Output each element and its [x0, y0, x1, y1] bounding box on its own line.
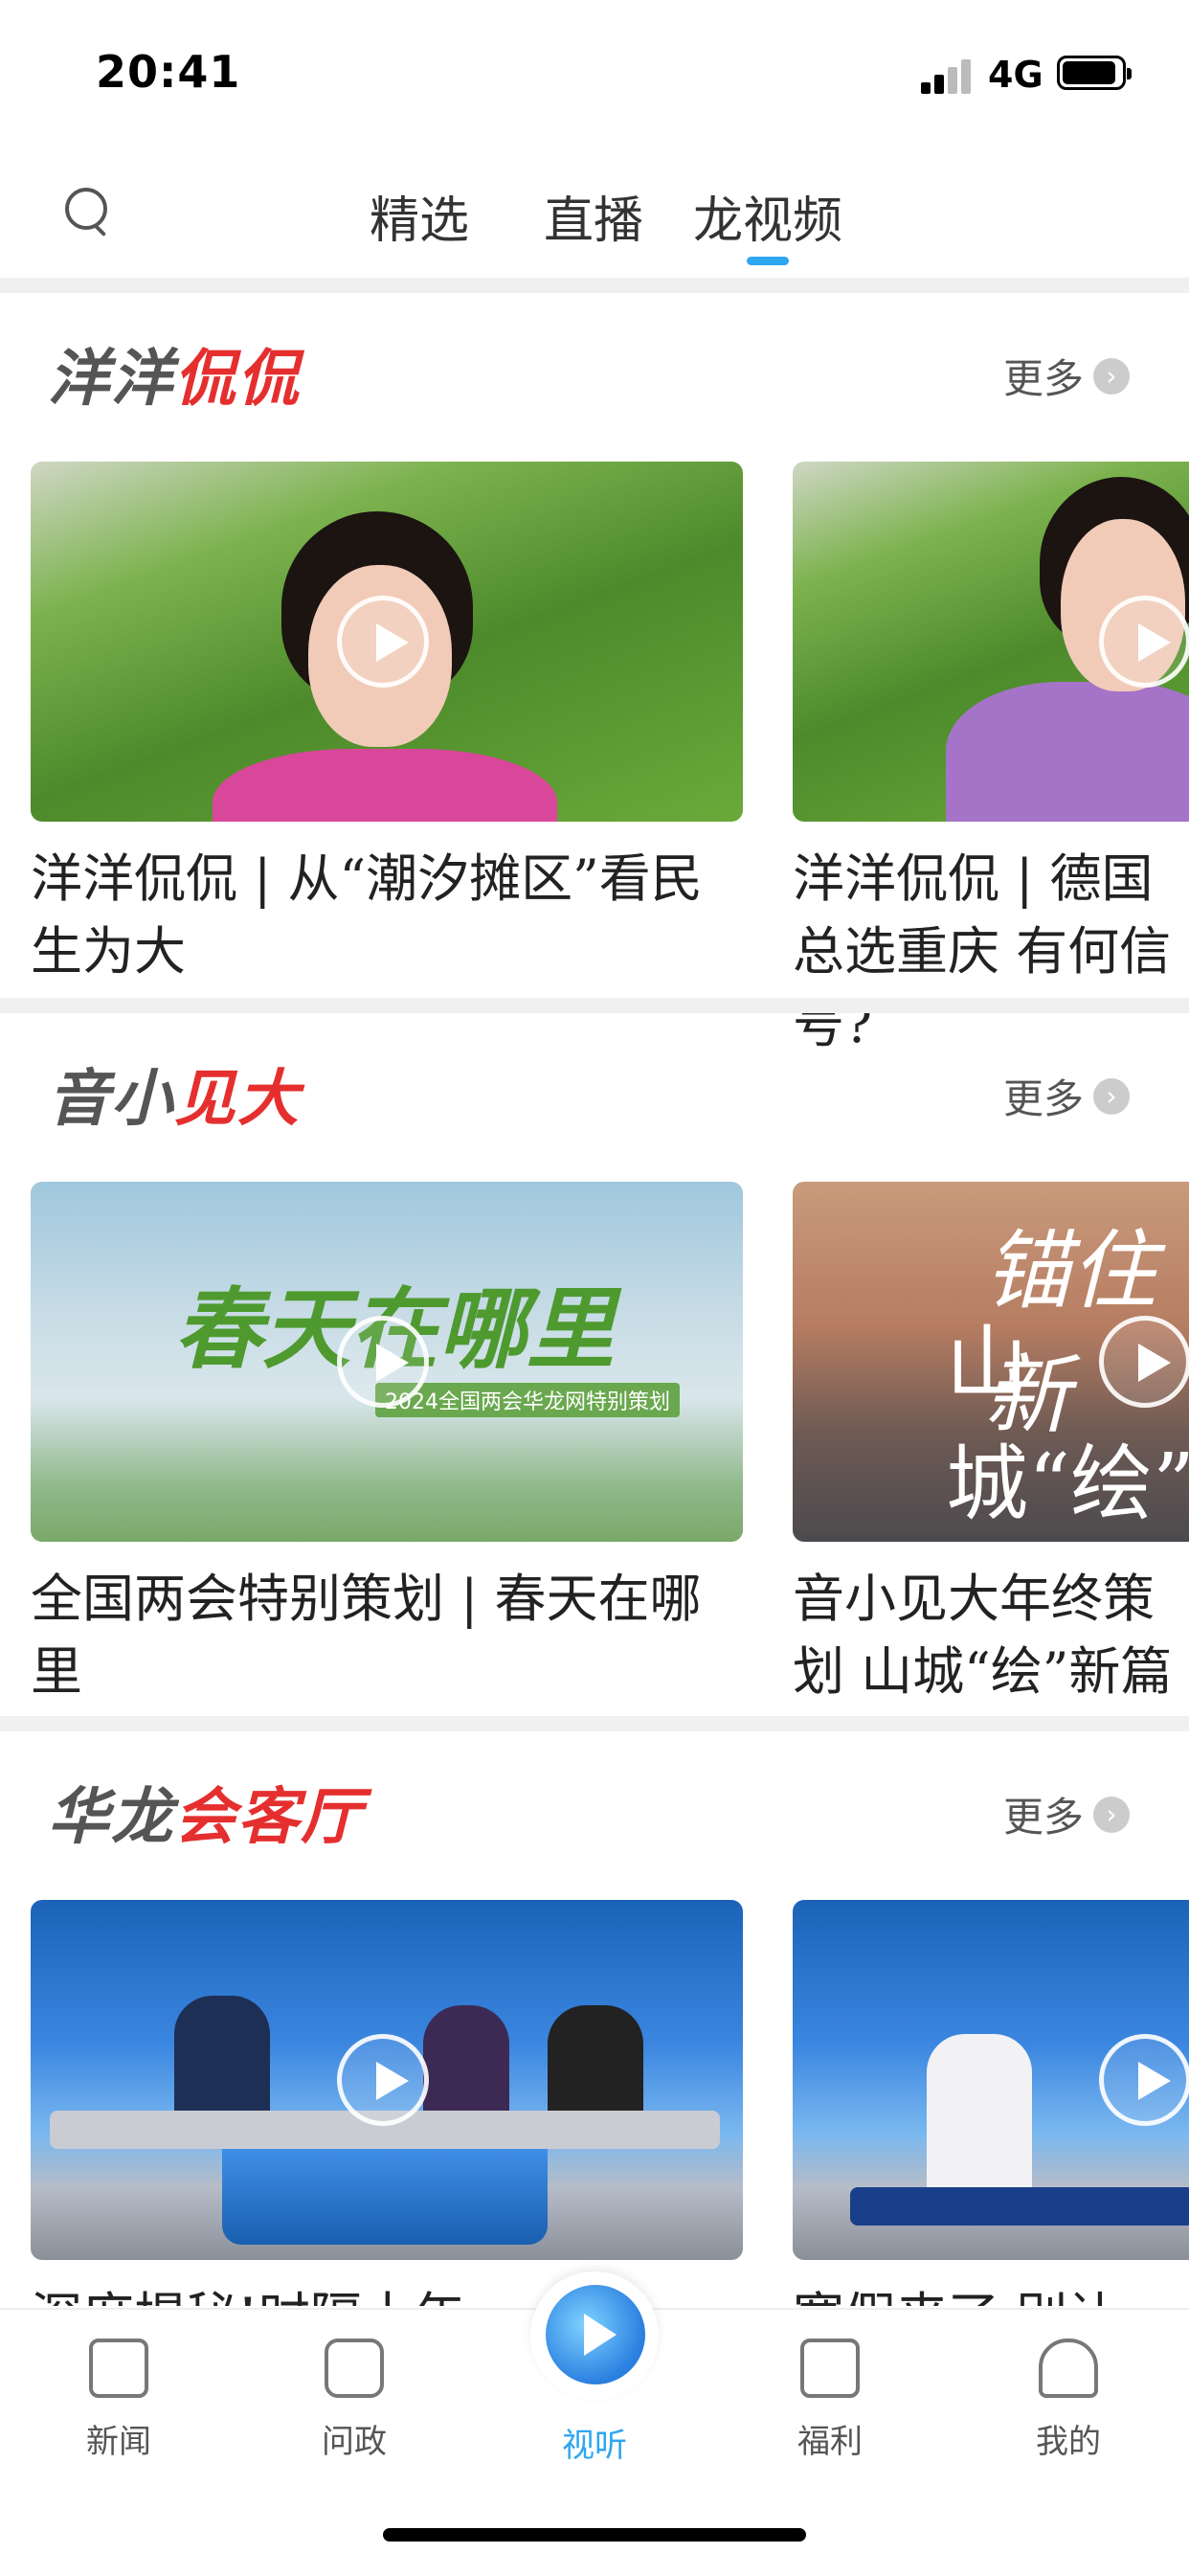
status-time: 20:41 [96, 46, 241, 98]
section-title: 音小见大 [48, 1064, 301, 1135]
video-title[interactable]: 寒假来了,别让 [793, 2281, 1189, 2306]
play-icon[interactable] [337, 596, 429, 688]
section-yinxiao: 音小见大 更多 › 春天在哪里 2024全国两会华龙网特别策划 全国两会特别策划 … [0, 1013, 1189, 1712]
tabbar-wenzheng[interactable]: 问政 [278, 2327, 431, 2462]
news-icon [89, 2339, 148, 2398]
video-thumbnail[interactable] [793, 1900, 1189, 2260]
video-thumbnail[interactable] [31, 462, 743, 822]
play-icon[interactable] [1099, 1316, 1189, 1408]
chevron-right-icon: › [1093, 357, 1131, 395]
divider [0, 278, 1189, 293]
section-yangyang: 洋洋侃侃 更多 › 洋洋侃侃 | 从“潮汐摊区”看民生为大 洋洋侃侃 | 德国总选… [0, 293, 1189, 1054]
section-title: 洋洋侃侃 [48, 344, 301, 415]
tabbar-news[interactable]: 新闻 [42, 2327, 195, 2462]
video-title[interactable]: 音小见大年终策划 山城“绘”新篇 [793, 1563, 1189, 1708]
video-title[interactable]: 洋洋侃侃 | 从“潮汐摊区”看民生为大 [31, 843, 720, 988]
tab-long-video[interactable]: 龙视频 [693, 180, 842, 252]
home-indicator [383, 2528, 806, 2542]
divider [0, 1716, 1189, 1731]
chevron-right-icon: › [1093, 1796, 1131, 1833]
chevron-right-icon: › [1093, 1077, 1131, 1115]
more-button[interactable]: 更多 › [1003, 1067, 1131, 1125]
tab-live[interactable]: 直播 [544, 180, 643, 252]
video-thumbnail[interactable]: 春天在哪里 2024全国两会华龙网特别策划 [31, 1182, 743, 1542]
divider [0, 998, 1189, 1013]
status-bar: 20:41 4G [0, 0, 1189, 144]
top-nav: 精选 直播 龙视频 [0, 153, 1189, 278]
tabbar-fuli[interactable]: 福利 [753, 2327, 907, 2462]
network-type: 4G [988, 54, 1043, 96]
section-title: 华龙会客厅 [48, 1782, 364, 1853]
chat-icon [325, 2339, 384, 2398]
video-thumbnail[interactable]: 锚住新 山城“绘” [793, 1182, 1189, 1542]
tabbar-shiting[interactable]: 视听 [518, 2327, 671, 2466]
battery-icon [1057, 56, 1132, 90]
search-icon[interactable] [59, 182, 117, 239]
thumbnail-caption: 2024全国两会华龙网特别策划 [375, 1383, 680, 1417]
active-tab-indicator [747, 257, 789, 265]
profile-icon [1039, 2339, 1098, 2398]
play-icon[interactable] [337, 1316, 429, 1408]
tab-featured[interactable]: 精选 [370, 180, 469, 252]
gift-icon [800, 2339, 860, 2398]
tabbar-mine[interactable]: 我的 [992, 2327, 1145, 2462]
video-thumbnail[interactable] [793, 462, 1189, 822]
play-icon[interactable] [337, 2034, 429, 2126]
video-thumbnail[interactable] [31, 1900, 743, 2260]
more-button[interactable]: 更多 › [1003, 347, 1131, 405]
section-hualong: 华龙会客厅 更多› 深度揭秘!时隔十年 寒假来了,别让 [0, 1731, 1189, 2306]
play-icon[interactable] [1099, 596, 1189, 688]
more-button[interactable]: 更多 › [1003, 1785, 1131, 1843]
video-title[interactable]: 全国两会特别策划 | 春天在哪里 [31, 1563, 720, 1708]
signal-icon [921, 59, 975, 94]
play-icon[interactable] [1099, 2034, 1189, 2126]
